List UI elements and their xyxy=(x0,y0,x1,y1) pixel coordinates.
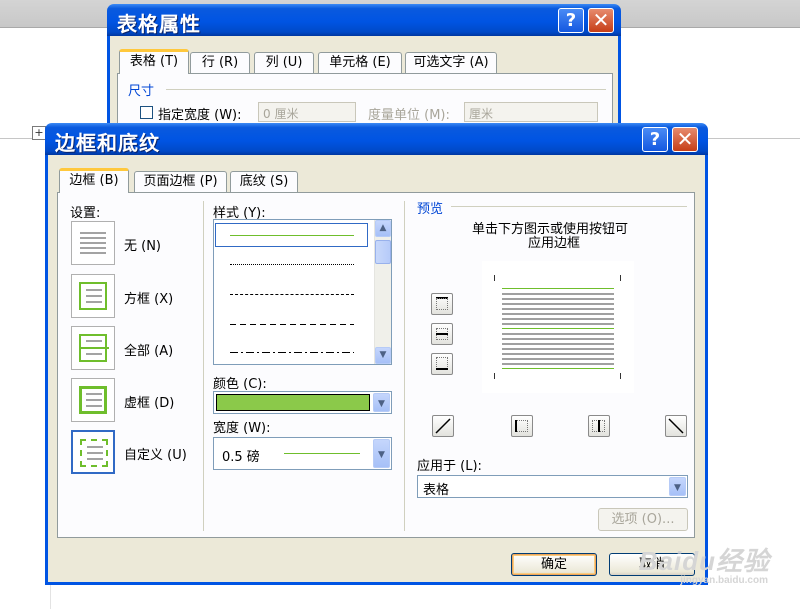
style-option-dashed[interactable] xyxy=(230,294,354,295)
close-button[interactable]: ✕ xyxy=(672,127,698,152)
borders-panel: 设置: 无 (N) 方框 (X) 全部 (A) 虚框 (D) 自定义 (U) 样… xyxy=(57,192,695,538)
setting-custom-label[interactable]: 自定义 (U) xyxy=(124,444,187,463)
measure-select[interactable]: 厘米 xyxy=(464,102,598,122)
width-select[interactable]: 0.5 磅 ▼ xyxy=(213,437,392,470)
table-properties-title: 表格属性 xyxy=(117,12,201,36)
width-line-sample xyxy=(284,453,360,454)
help-button[interactable]: ? xyxy=(642,127,668,152)
diagonal-down-border-icon[interactable] xyxy=(665,415,687,437)
border-middle-vertical-icon[interactable] xyxy=(588,415,610,437)
width-checkbox-label: 指定宽度 (W): xyxy=(158,108,242,123)
width-checkbox[interactable] xyxy=(140,106,153,119)
baidu-jingyan-watermark: Baidu经验 jingyan.baidu.com xyxy=(638,546,770,586)
tab-shading[interactable]: 底纹 (S) xyxy=(230,171,298,193)
setting-none-preview[interactable] xyxy=(71,221,115,265)
table-properties-help-button[interactable]: ? xyxy=(558,8,584,33)
setting-box-preview[interactable] xyxy=(71,274,115,318)
style-option-dotted[interactable] xyxy=(230,264,354,265)
table-move-handle-icon[interactable]: + xyxy=(32,126,46,140)
scroll-up-icon[interactable]: ▲ xyxy=(375,220,391,237)
preview-hint-line2: 应用边框 xyxy=(528,236,581,251)
size-heading: 尺寸 xyxy=(128,84,155,99)
style-option-solid[interactable] xyxy=(215,223,368,247)
setting-all-preview[interactable] xyxy=(71,326,115,370)
border-preview-area[interactable] xyxy=(482,261,634,393)
tab-borders[interactable]: 边框 (B) xyxy=(59,168,129,193)
preview-label: 预览 xyxy=(417,202,444,217)
border-left-icon[interactable] xyxy=(511,415,533,437)
style-option-dash-dot[interactable] xyxy=(230,352,354,353)
tab-alt-text[interactable]: 可选文字 (A) xyxy=(405,52,497,74)
borders-shading-titlebar: 边框和底纹 ? ✕ xyxy=(45,123,708,155)
style-listbox[interactable]: ▲ ▼ xyxy=(213,219,392,365)
apply-value: 表格 xyxy=(423,483,450,498)
tab-cell[interactable]: 单元格 (E) xyxy=(318,52,402,74)
chevron-down-icon[interactable]: ▼ xyxy=(373,439,390,468)
color-select[interactable]: ▼ xyxy=(213,391,392,414)
border-top-icon[interactable] xyxy=(431,293,453,315)
width-input[interactable]: 0 厘米 xyxy=(258,102,356,122)
settings-label: 设置: xyxy=(70,206,101,221)
border-bottom-icon[interactable] xyxy=(431,353,453,375)
size-heading-rule xyxy=(166,89,606,90)
table-properties-close-button[interactable]: ✕ xyxy=(588,8,614,33)
table-properties-titlebar: 表格属性 ? ✕ xyxy=(107,4,621,36)
tab-table[interactable]: 表格 (T) xyxy=(119,49,189,74)
apply-select[interactable]: 表格 ▼ xyxy=(417,475,688,498)
setting-all-label[interactable]: 全部 (A) xyxy=(124,340,173,359)
apply-label: 应用于 (L): xyxy=(417,459,482,474)
preview-separator xyxy=(404,201,405,531)
ok-button[interactable]: 确定 xyxy=(511,553,597,576)
diagonal-up-border-icon[interactable] xyxy=(432,415,454,437)
border-middle-horizontal-icon[interactable] xyxy=(431,323,453,345)
chevron-down-icon[interactable]: ▼ xyxy=(669,477,686,496)
column-separator xyxy=(203,201,204,531)
setting-grid-label[interactable]: 虚框 (D) xyxy=(124,392,174,411)
tab-row[interactable]: 行 (R) xyxy=(190,52,250,74)
tab-page-border[interactable]: 页面边框 (P) xyxy=(134,171,227,193)
scroll-thumb[interactable] xyxy=(375,240,391,264)
width-label: 宽度 (W): xyxy=(213,421,271,436)
preview-heading-rule xyxy=(451,206,687,207)
width-value: 0.5 磅 xyxy=(222,450,260,465)
chevron-down-icon[interactable]: ▼ xyxy=(373,393,390,412)
measure-label: 度量单位 (M): xyxy=(368,108,450,123)
style-scrollbar[interactable]: ▲ ▼ xyxy=(374,220,391,364)
dialog-body: 边框 (B) 页面边框 (P) 底纹 (S) 设置: 无 (N) 方框 (X) xyxy=(45,155,708,585)
setting-box-label[interactable]: 方框 (X) xyxy=(124,288,173,307)
scroll-down-icon[interactable]: ▼ xyxy=(375,347,391,364)
options-button[interactable]: 选项 (O)... xyxy=(598,508,688,531)
borders-shading-dialog: 边框和底纹 ? ✕ 边框 (B) 页面边框 (P) 底纹 (S) 设置: 无 (… xyxy=(45,123,708,585)
tab-column[interactable]: 列 (U) xyxy=(254,52,314,74)
color-swatch xyxy=(216,394,370,411)
dialog-title: 边框和底纹 xyxy=(55,131,160,155)
setting-grid-preview[interactable] xyxy=(71,378,115,422)
style-option-dashed-wide[interactable] xyxy=(230,324,354,325)
color-label: 颜色 (C): xyxy=(213,377,267,392)
setting-none-label[interactable]: 无 (N) xyxy=(124,235,161,254)
setting-custom-preview[interactable] xyxy=(71,430,115,474)
